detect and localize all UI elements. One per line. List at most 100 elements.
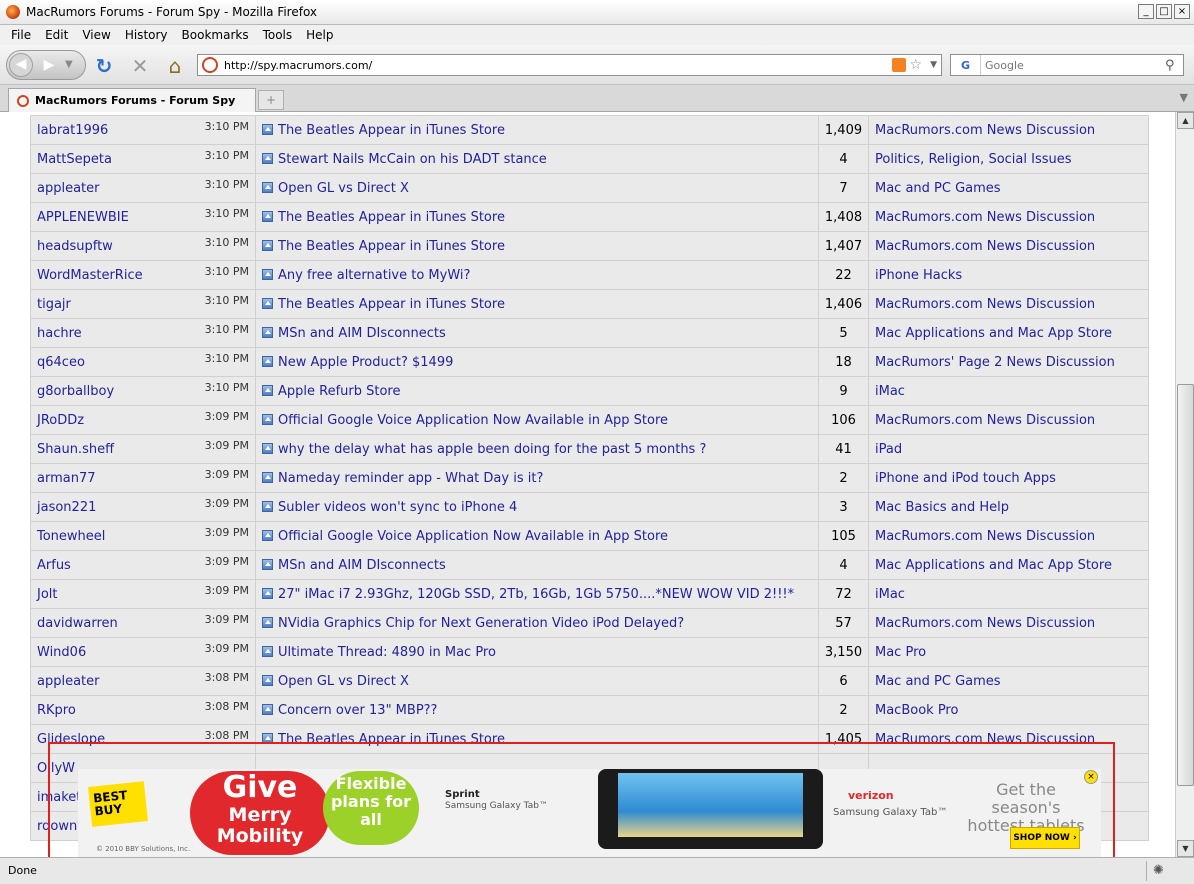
username-link[interactable]: JRoDDz	[37, 413, 84, 428]
menu-file[interactable]: File	[4, 28, 38, 42]
forum-name-link[interactable]: MacRumors' Page 2 News Discussion	[875, 355, 1115, 370]
username-link[interactable]: Wind06	[37, 645, 86, 660]
username-link[interactable]: Arfus	[37, 558, 71, 573]
thread-title-link[interactable]: why the delay what has apple been doing …	[278, 442, 706, 457]
thread-title-link[interactable]: Apple Refurb Store	[278, 384, 401, 399]
forum-name-link[interactable]: MacRumors.com News Discussion	[875, 123, 1095, 138]
username-link[interactable]: headsupftw	[37, 239, 113, 254]
menu-edit[interactable]: Edit	[38, 28, 75, 42]
thread-arrow-icon[interactable]	[262, 239, 273, 251]
menu-help[interactable]: Help	[299, 28, 340, 42]
thread-title-link[interactable]: 27" iMac i7 2.93Ghz, 120Gb SSD, 2Tb, 16G…	[278, 587, 794, 602]
url-dropdown-icon[interactable]: ▼	[930, 60, 937, 70]
minimize-button[interactable]: _	[1138, 4, 1154, 19]
new-tab-button[interactable]: +	[258, 90, 284, 110]
scrollbar-thumb[interactable]	[1177, 384, 1194, 786]
thread-arrow-icon[interactable]	[262, 413, 273, 425]
forum-name-link[interactable]: MacRumors.com News Discussion	[875, 616, 1095, 631]
vertical-scrollbar[interactable]: ▲ ▼	[1175, 112, 1194, 857]
username-link[interactable]: Tonewheel	[37, 529, 105, 544]
forum-name-link[interactable]: MacRumors.com News Discussion	[875, 297, 1095, 312]
forum-name-link[interactable]: Mac Applications and Mac App Store	[875, 326, 1112, 341]
username-link[interactable]: hachre	[37, 326, 82, 341]
thread-title-link[interactable]: The Beatles Appear in iTunes Store	[278, 297, 505, 312]
best-buy-logo[interactable]: BEST BUY	[88, 781, 148, 827]
thread-arrow-icon[interactable]	[262, 645, 273, 657]
thread-arrow-icon[interactable]	[262, 616, 273, 628]
ad-banner[interactable]: BEST BUY © 2010 BBY Solutions, Inc. Give…	[78, 769, 1101, 857]
forum-name-link[interactable]: MacRumors.com News Discussion	[875, 732, 1095, 747]
search-icon[interactable]: ⚲	[1165, 58, 1183, 73]
thread-title-link[interactable]: Ultimate Thread: 4890 in Mac Pro	[278, 645, 496, 660]
username-link[interactable]: davidwarren	[37, 616, 118, 631]
thread-title-link[interactable]: Subler videos won't sync to iPhone 4	[278, 500, 517, 515]
username-link[interactable]: Glideslope	[37, 732, 105, 747]
thread-arrow-icon[interactable]	[262, 384, 273, 396]
thread-title-link[interactable]: New Apple Product? $1499	[278, 355, 453, 370]
username-link[interactable]: labrat1996	[37, 123, 108, 138]
menu-tools[interactable]: Tools	[256, 28, 300, 42]
ad-headline[interactable]: Give Merry Mobility	[190, 771, 330, 855]
forum-name-link[interactable]: Mac Applications and Mac App Store	[875, 558, 1112, 573]
thread-arrow-icon[interactable]	[262, 674, 273, 686]
username-link[interactable]: rdown	[37, 819, 77, 834]
thread-arrow-icon[interactable]	[262, 123, 273, 135]
username-link[interactable]: q64ceo	[37, 355, 85, 370]
maximize-button[interactable]: □	[1156, 4, 1172, 19]
forum-name-link[interactable]: Politics, Religion, Social Issues	[875, 152, 1072, 167]
username-link[interactable]: g8orballboy	[37, 384, 114, 399]
username-link[interactable]: jason221	[37, 500, 96, 515]
thread-title-link[interactable]: Stewart Nails McCain on his DADT stance	[278, 152, 547, 167]
forum-name-link[interactable]: iPad	[875, 442, 902, 457]
forum-name-link[interactable]: iMac	[875, 587, 905, 602]
forum-name-link[interactable]: Mac and PC Games	[875, 181, 1001, 196]
thread-arrow-icon[interactable]	[262, 587, 273, 599]
addon-bug-icon[interactable]: ✺	[1153, 863, 1164, 878]
thread-title-link[interactable]: Concern over 13" MBP??	[278, 703, 437, 718]
shop-now-button[interactable]: SHOP NOW ›	[1010, 827, 1080, 849]
forum-name-link[interactable]: Mac Pro	[875, 645, 926, 660]
forum-name-link[interactable]: MacRumors.com News Discussion	[875, 210, 1095, 225]
thread-arrow-icon[interactable]	[262, 529, 273, 541]
forum-name-link[interactable]: iMac	[875, 384, 905, 399]
menu-bookmarks[interactable]: Bookmarks	[175, 28, 256, 42]
thread-arrow-icon[interactable]	[262, 703, 273, 715]
username-link[interactable]: appleater	[37, 181, 100, 196]
thread-arrow-icon[interactable]	[262, 181, 273, 193]
thread-arrow-icon[interactable]	[262, 442, 273, 454]
search-bar[interactable]: G Google ⚲	[950, 54, 1184, 76]
thread-title-link[interactable]: Nameday reminder app - What Day is it?	[278, 471, 543, 486]
stop-icon[interactable]: ✕	[129, 55, 151, 77]
thread-arrow-icon[interactable]	[262, 558, 273, 570]
forward-button[interactable]: ▶	[39, 55, 59, 75]
scroll-up-arrow-icon[interactable]: ▲	[1177, 112, 1194, 129]
rss-feed-icon[interactable]	[891, 58, 906, 72]
thread-title-link[interactable]: Open GL vs Direct X	[278, 674, 409, 689]
history-dropdown-icon[interactable]: ▼	[65, 55, 73, 75]
thread-arrow-icon[interactable]	[262, 297, 273, 309]
thread-arrow-icon[interactable]	[262, 326, 273, 338]
thread-arrow-icon[interactable]	[262, 210, 273, 222]
username-link[interactable]: OllyW	[37, 761, 75, 776]
thread-title-link[interactable]: Official Google Voice Application Now Av…	[278, 529, 668, 544]
username-link[interactable]: APPLENEWBIE	[37, 210, 129, 225]
thread-title-link[interactable]: NVidia Graphics Chip for Next Generation…	[278, 616, 684, 631]
username-link[interactable]: Shaun.sheff	[37, 442, 114, 457]
menu-history[interactable]: History	[118, 28, 175, 42]
thread-title-link[interactable]: Any free alternative to MyWi?	[278, 268, 470, 283]
menu-view[interactable]: View	[75, 28, 117, 42]
tab-forum-spy[interactable]: MacRumors Forums - Forum Spy	[8, 88, 256, 112]
reload-icon[interactable]: ↻	[93, 55, 115, 77]
search-input[interactable]: Google	[981, 59, 1165, 72]
forum-name-link[interactable]: iPhone Hacks	[875, 268, 962, 283]
list-all-tabs-icon[interactable]: ▼	[1180, 91, 1188, 104]
forum-name-link[interactable]: MacRumors.com News Discussion	[875, 529, 1095, 544]
forum-name-link[interactable]: iPhone and iPod touch Apps	[875, 471, 1056, 486]
url-text[interactable]: http://spy.macrumors.com/	[224, 59, 892, 72]
thread-title-link[interactable]: Open GL vs Direct X	[278, 181, 409, 196]
username-link[interactable]: RKpro	[37, 703, 76, 718]
forum-name-link[interactable]: MacRumors.com News Discussion	[875, 239, 1095, 254]
bookmark-star-icon[interactable]: ☆	[910, 57, 923, 73]
back-button[interactable]: ◀	[9, 53, 33, 77]
username-link[interactable]: imaket	[37, 790, 81, 805]
